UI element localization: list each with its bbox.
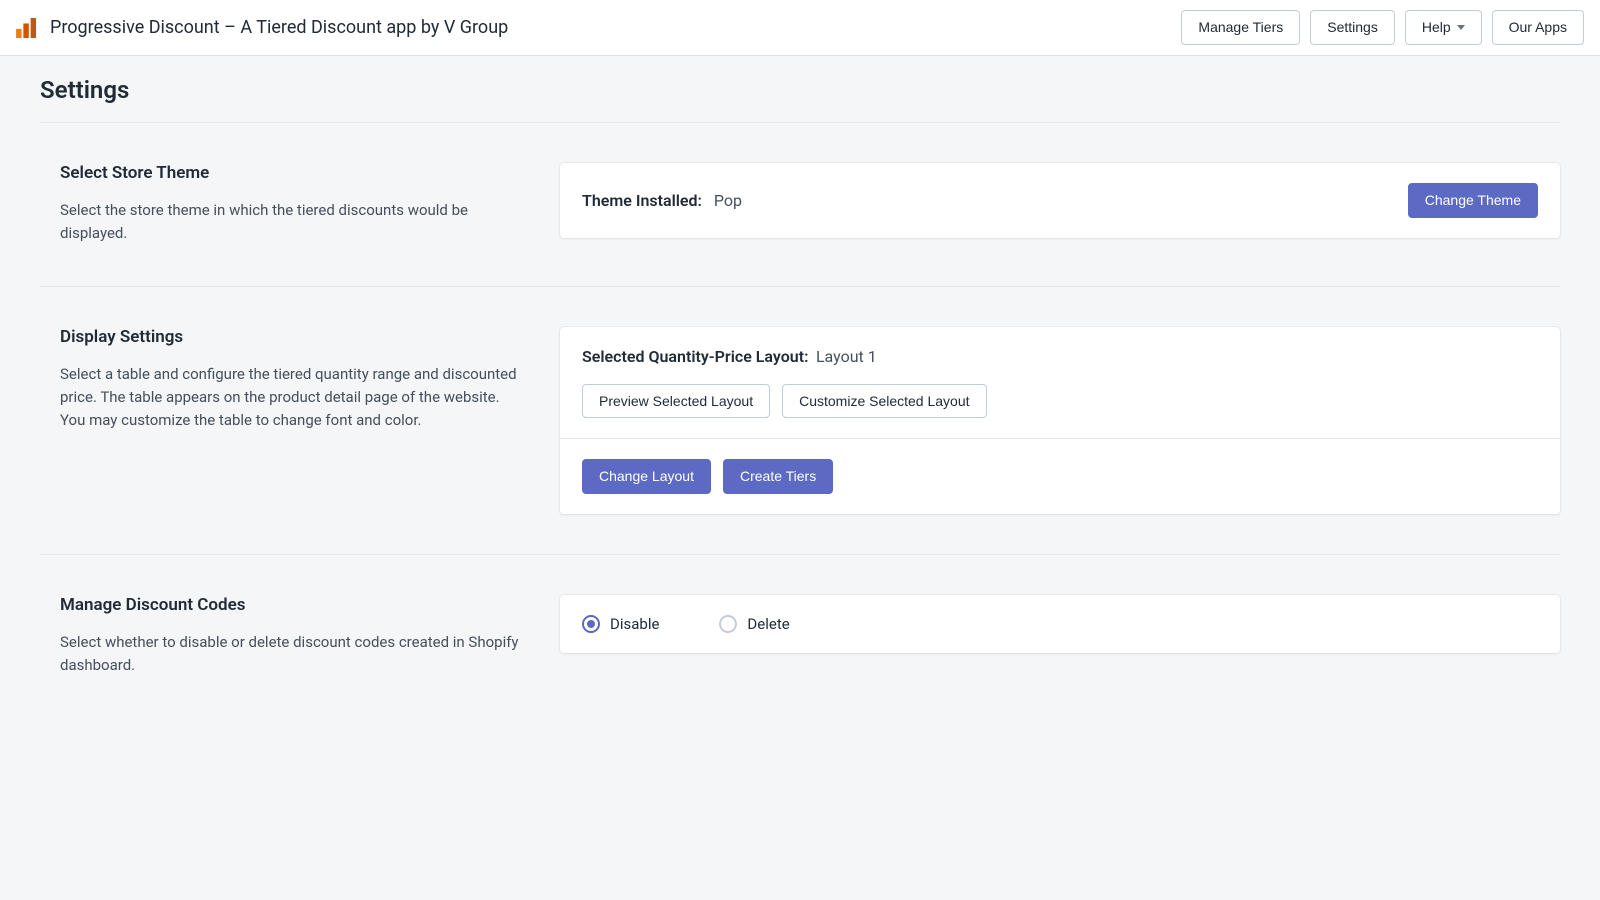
settings-button[interactable]: Settings: [1310, 10, 1395, 45]
selected-layout-value: Layout 1: [816, 347, 877, 366]
top-bar-left: Progressive Discount – A Tiered Discount…: [16, 17, 1181, 38]
our-apps-button[interactable]: Our Apps: [1492, 10, 1584, 45]
section-display: Display Settings Select a table and conf…: [40, 327, 1560, 556]
section-codes-heading: Manage Discount Codes: [60, 595, 520, 615]
selected-layout-label: Selected Quantity-Price Layout:: [582, 347, 808, 366]
radio-circle-unchecked-icon: [719, 615, 737, 633]
theme-installed-value: Pop: [714, 191, 742, 210]
theme-card-row: Theme Installed: Pop Change Theme: [560, 163, 1560, 238]
top-bar-nav: Manage Tiers Settings Help Our Apps: [1181, 10, 1584, 45]
codes-card: Disable Delete: [560, 595, 1560, 653]
chevron-down-icon: [1457, 25, 1465, 30]
section-theme-heading: Select Store Theme: [60, 163, 520, 183]
radio-circle-checked-icon: [582, 615, 600, 633]
section-theme-info: Select Store Theme Select the store them…: [40, 163, 520, 246]
radio-delete-label: Delete: [747, 615, 789, 633]
section-theme-card-wrap: Theme Installed: Pop Change Theme: [560, 163, 1560, 246]
manage-tiers-button[interactable]: Manage Tiers: [1181, 10, 1300, 45]
display-card: Selected Quantity-Price Layout: Layout 1…: [560, 327, 1560, 515]
section-theme: Select Store Theme Select the store them…: [40, 163, 1560, 287]
display-card-bottom: Change Layout Create Tiers: [560, 438, 1560, 514]
discount-codes-radio-group: Disable Delete: [582, 615, 790, 633]
radio-disable-label: Disable: [610, 615, 659, 633]
create-tiers-button[interactable]: Create Tiers: [723, 459, 833, 494]
help-label: Help: [1422, 19, 1451, 36]
section-codes-desc: Select whether to disable or delete disc…: [60, 631, 520, 678]
codes-card-row: Disable Delete: [560, 595, 1560, 653]
radio-disable[interactable]: Disable: [582, 615, 659, 633]
page-body: Settings Select Store Theme Select the s…: [0, 56, 1600, 758]
page-title: Settings: [40, 56, 1560, 123]
help-button[interactable]: Help: [1405, 10, 1482, 45]
preview-layout-button[interactable]: Preview Selected Layout: [582, 384, 770, 419]
section-display-heading: Display Settings: [60, 327, 520, 347]
top-bar: Progressive Discount – A Tiered Discount…: [0, 0, 1600, 56]
change-layout-button[interactable]: Change Layout: [582, 459, 711, 494]
section-codes-info: Manage Discount Codes Select whether to …: [40, 595, 520, 678]
app-logo-icon: [16, 18, 38, 38]
radio-delete[interactable]: Delete: [719, 615, 789, 633]
theme-installed-label: Theme Installed:: [582, 191, 702, 210]
app-title: Progressive Discount – A Tiered Discount…: [50, 17, 508, 38]
radio-dot-icon: [587, 620, 595, 628]
section-codes: Manage Discount Codes Select whether to …: [40, 595, 1560, 718]
change-theme-button[interactable]: Change Theme: [1408, 183, 1538, 218]
selected-layout-line: Selected Quantity-Price Layout: Layout 1: [582, 347, 877, 366]
section-theme-desc: Select the store theme in which the tier…: [60, 199, 520, 246]
section-codes-card-wrap: Disable Delete: [560, 595, 1560, 678]
section-display-info: Display Settings Select a table and conf…: [40, 327, 520, 515]
section-display-desc: Select a table and configure the tiered …: [60, 363, 520, 433]
customize-layout-button[interactable]: Customize Selected Layout: [782, 384, 986, 419]
display-card-top: Selected Quantity-Price Layout: Layout 1…: [560, 327, 1560, 439]
layout-primary-row: Change Layout Create Tiers: [582, 459, 833, 494]
section-display-card-wrap: Selected Quantity-Price Layout: Layout 1…: [560, 327, 1560, 515]
layout-action-row: Preview Selected Layout Customize Select…: [582, 384, 987, 419]
theme-card: Theme Installed: Pop Change Theme: [560, 163, 1560, 238]
